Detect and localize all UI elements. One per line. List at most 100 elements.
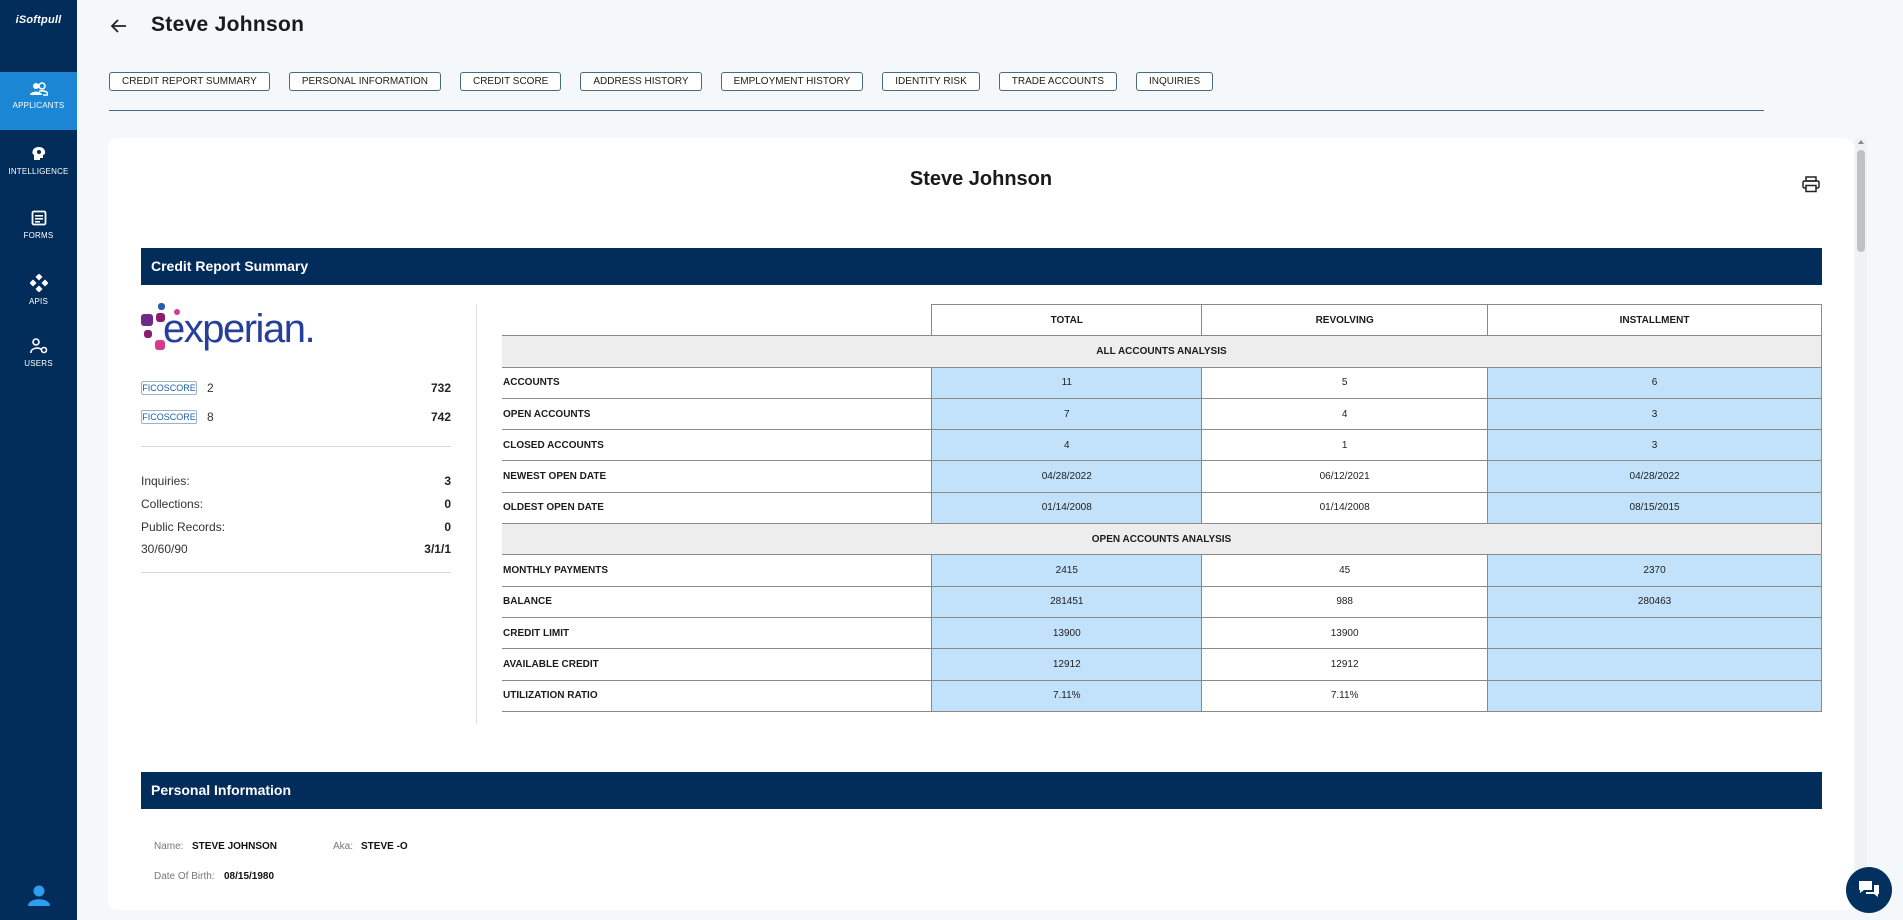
accounts-summary-table: TOTAL REVOLVING INSTALLMENT ALL ACCOUNTS… — [502, 303, 1822, 712]
cell-total: 7 — [931, 397, 1203, 431]
fico-score-value: 732 — [430, 381, 451, 395]
cell-revolving: 13900 — [1201, 616, 1489, 650]
cell-installment: 3 — [1487, 429, 1822, 462]
people-icon — [29, 82, 48, 96]
stat-value: 0 — [444, 497, 451, 511]
group-title: OPEN ACCOUNTS ANALYSIS — [502, 523, 1822, 556]
cell-total: 281451 — [931, 585, 1203, 618]
stat-label: Collections: — [141, 497, 204, 511]
column-divider — [476, 304, 477, 724]
table-row: NEWEST OPEN DATE 04/28/2022 06/12/2021 0… — [502, 460, 1822, 493]
stat-collections: Collections: 0 — [141, 497, 451, 511]
fico-badge: FICOSCORE — [141, 410, 197, 424]
sidebar-item-forms[interactable]: FORMS — [0, 200, 77, 258]
api-icon — [29, 274, 48, 292]
cell-revolving: 01/14/2008 — [1201, 491, 1489, 525]
cell-installment: 08/15/2015 — [1487, 491, 1822, 525]
fico-score-row: FICOSCORE 8 742 — [141, 408, 451, 426]
page-title: Steve Johnson — [151, 13, 305, 36]
name-label: Name: — [154, 841, 184, 852]
tab-inquiries[interactable]: INQUIRIES — [1136, 72, 1214, 91]
table-row: ACCOUNTS 11 5 6 — [502, 366, 1822, 399]
tab-credit-score[interactable]: CREDIT SCORE — [459, 72, 562, 91]
cell-installment — [1487, 648, 1822, 681]
table-header-empty — [502, 304, 933, 337]
table-row: OPEN ACCOUNTS 7 4 3 — [502, 397, 1822, 431]
cell-revolving: 45 — [1201, 554, 1489, 587]
group-row: ALL ACCOUNTS ANALYSIS — [502, 335, 1822, 368]
cell-installment: 3 — [1487, 397, 1822, 431]
divider — [141, 446, 451, 447]
scrollbar-thumb[interactable] — [1857, 150, 1865, 252]
table-row: CREDIT LIMIT 13900 13900 — [502, 616, 1822, 650]
sidebar-item-label: FORMS — [23, 231, 54, 240]
back-arrow-icon[interactable] — [108, 15, 130, 37]
row-label: UTILIZATION RATIO — [502, 679, 933, 712]
tab-personal-information[interactable]: PERSONAL INFORMATION — [288, 72, 441, 91]
tab-trade-accounts[interactable]: TRADE ACCOUNTS — [998, 72, 1118, 91]
cell-revolving: 988 — [1201, 585, 1489, 618]
row-label: OPEN ACCOUNTS — [502, 397, 933, 431]
table-header-row: TOTAL REVOLVING INSTALLMENT — [502, 303, 1822, 337]
stat-value: 3 — [444, 474, 451, 488]
table-row: BALANCE 281451 988 280463 — [502, 585, 1822, 618]
sidebar: iSoftpull APPLICANTS INTELLIGENCE FORMS … — [0, 0, 77, 920]
cell-installment: 6 — [1487, 366, 1822, 399]
table-row: CLOSED ACCOUNTS 4 1 3 — [502, 429, 1822, 462]
sidebar-item-label: APPLICANTS — [12, 101, 65, 110]
chat-button[interactable] — [1846, 867, 1892, 913]
fico-score-value: 742 — [430, 410, 451, 424]
sidebar-item-applicants[interactable]: APPLICANTS — [0, 72, 77, 130]
stat-delinquency: 30/60/90 3/1/1 — [141, 542, 451, 556]
cell-revolving: 4 — [1201, 397, 1489, 431]
personal-information-header: Personal Information — [141, 772, 1822, 809]
sidebar-item-intelligence[interactable]: INTELLIGENCE — [0, 136, 77, 194]
page-scrollbar[interactable] — [1855, 138, 1867, 910]
row-label: AVAILABLE CREDIT — [502, 648, 933, 681]
cell-total: 13900 — [931, 616, 1203, 650]
scroll-up-arrow-icon[interactable] — [1858, 140, 1864, 144]
cell-revolving: 1 — [1201, 429, 1489, 462]
cell-installment: 280463 — [1487, 585, 1822, 618]
app-logo[interactable]: iSoftpull — [0, 14, 77, 26]
dob-label: Date Of Birth: — [154, 871, 215, 882]
fico-model: 2 — [207, 381, 214, 395]
row-label: CREDIT LIMIT — [502, 616, 933, 650]
account-avatar-icon[interactable] — [28, 884, 50, 906]
brain-icon — [31, 147, 45, 160]
tab-identity-risk[interactable]: IDENTITY RISK — [882, 72, 980, 91]
print-icon[interactable] — [1802, 176, 1820, 193]
stat-value: 3/1/1 — [424, 542, 451, 556]
aka-label: Aka: — [333, 841, 354, 852]
tab-credit-report-summary[interactable]: CREDIT REPORT SUMMARY — [109, 72, 270, 91]
sidebar-item-users[interactable]: USERS — [0, 328, 77, 386]
sidebar-item-apis[interactable]: APIS — [0, 264, 77, 322]
row-label: NEWEST OPEN DATE — [502, 460, 933, 493]
section-tabs: CREDIT REPORT SUMMARY PERSONAL INFORMATI… — [109, 72, 1232, 91]
row-label: OLDEST OPEN DATE — [502, 491, 933, 525]
tab-employment-history[interactable]: EMPLOYMENT HISTORY — [720, 72, 864, 91]
tab-address-history[interactable]: ADDRESS HISTORY — [580, 72, 702, 91]
row-label: MONTHLY PAYMENTS — [502, 554, 933, 587]
row-label: ACCOUNTS — [502, 366, 933, 399]
cell-installment — [1487, 616, 1822, 650]
form-icon — [31, 210, 46, 226]
tabs-divider — [109, 110, 1764, 111]
table-row: MONTHLY PAYMENTS 2415 45 2370 — [502, 554, 1822, 587]
table-row: OLDEST OPEN DATE 01/14/2008 01/14/2008 0… — [502, 491, 1822, 525]
cell-installment — [1487, 679, 1822, 712]
sidebar-item-label: APIS — [28, 297, 49, 306]
cell-installment: 2370 — [1487, 554, 1822, 587]
cell-total: 11 — [931, 366, 1203, 399]
cell-total: 4 — [931, 429, 1203, 462]
cell-revolving: 06/12/2021 — [1201, 460, 1489, 493]
stat-value: 0 — [444, 520, 451, 534]
sidebar-item-label: INTELLIGENCE — [8, 167, 69, 176]
stat-inquiries: Inquiries: 3 — [141, 474, 451, 488]
cell-total: 7.11% — [931, 679, 1203, 712]
row-label: BALANCE — [502, 585, 933, 618]
stat-public-records: Public Records: 0 — [141, 520, 451, 534]
column-header-revolving: REVOLVING — [1201, 303, 1489, 337]
cell-revolving: 12912 — [1201, 648, 1489, 681]
fico-score-row: FICOSCORE 2 732 — [141, 379, 451, 397]
